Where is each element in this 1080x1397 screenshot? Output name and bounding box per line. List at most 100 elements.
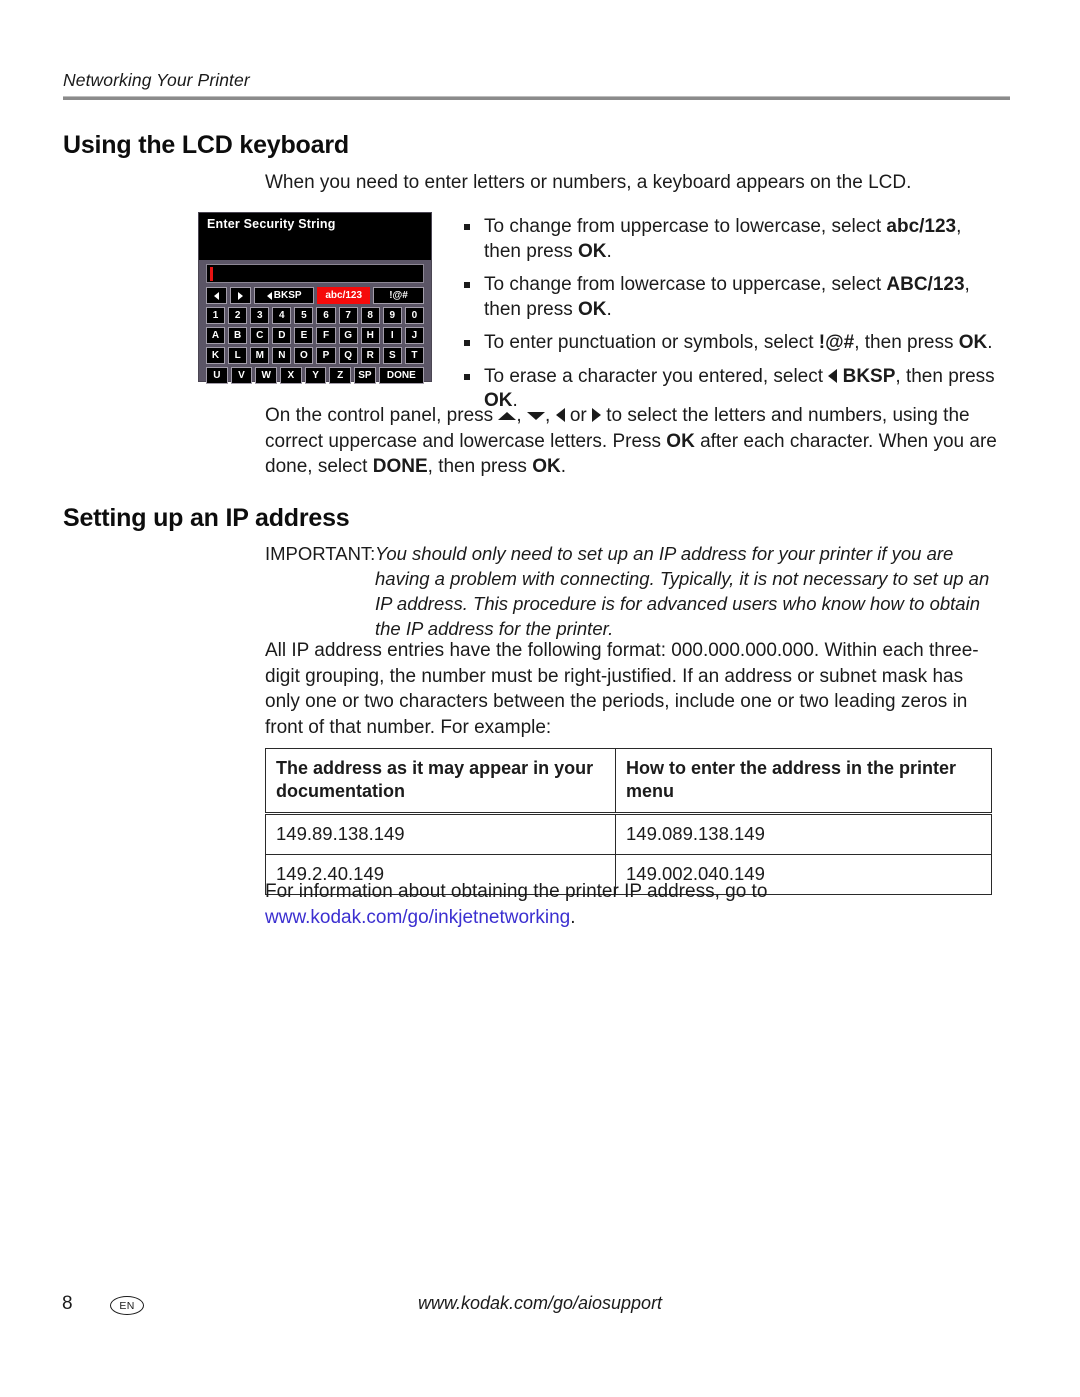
control-panel-paragraph: On the control panel, press , , or to se… bbox=[265, 403, 1000, 480]
lcd-key[interactable]: X bbox=[280, 367, 302, 384]
lcd-key[interactable]: R bbox=[360, 347, 380, 364]
cp-text: . bbox=[560, 456, 566, 477]
lcd-key[interactable]: P bbox=[316, 347, 336, 364]
up-triangle-icon bbox=[498, 412, 517, 420]
right-triangle-icon bbox=[592, 408, 601, 422]
left-arrow-icon bbox=[214, 291, 219, 300]
lcd-key-symbols-label: !@# bbox=[389, 290, 408, 301]
document-page: Networking Your Printer Using the LCD ke… bbox=[0, 0, 1080, 1397]
lcd-key-row-digits: 1 2 3 4 5 6 7 8 9 0 bbox=[199, 307, 431, 327]
bullet-text: , then press bbox=[854, 332, 959, 353]
lcd-key[interactable]: 7 bbox=[338, 307, 358, 324]
lcd-key[interactable]: O bbox=[294, 347, 314, 364]
intro-paragraph: When you need to enter letters or number… bbox=[265, 172, 912, 193]
lcd-key[interactable]: Q bbox=[338, 347, 358, 364]
lcd-key-right-arrow[interactable] bbox=[230, 287, 251, 304]
header-rule bbox=[63, 96, 1010, 100]
section-heading-ip-address: Setting up an IP address bbox=[63, 504, 350, 532]
lcd-key[interactable]: N bbox=[272, 347, 292, 364]
important-text: You should only need to set up an IP add… bbox=[375, 543, 990, 639]
lcd-key[interactable]: 0 bbox=[404, 307, 424, 324]
lcd-key[interactable]: I bbox=[382, 327, 402, 344]
list-item: To change from lowercase to uppercase, s… bbox=[462, 273, 997, 322]
lcd-title: Enter Security String bbox=[199, 213, 431, 247]
lcd-key[interactable]: D bbox=[272, 327, 292, 344]
lcd-key[interactable]: T bbox=[404, 347, 424, 364]
left-triangle-icon bbox=[828, 368, 838, 383]
list-item: To enter punctuation or symbols, select … bbox=[462, 331, 997, 356]
table-cell-documentation: 149.89.138.149 bbox=[265, 813, 616, 855]
lcd-key-row-k-t: K L M N O P Q R S T bbox=[199, 347, 431, 367]
lcd-key-bksp-label: BKSP bbox=[273, 290, 302, 301]
lcd-key[interactable]: Z bbox=[329, 367, 352, 384]
lcd-key[interactable]: C bbox=[250, 327, 270, 344]
lcd-key[interactable]: U bbox=[206, 367, 228, 384]
lcd-key-row-u-done: U V W X Y Z SP DONE bbox=[199, 367, 431, 387]
lcd-keyboard-figure: Enter Security String BKSP abc/123 !@# 1… bbox=[199, 213, 431, 384]
left-arrow-icon bbox=[266, 291, 272, 300]
lcd-key[interactable]: V bbox=[230, 367, 253, 384]
bullet-bold: !@# bbox=[818, 332, 855, 353]
lcd-key[interactable]: M bbox=[250, 347, 270, 364]
bullet-bold: OK bbox=[578, 298, 607, 320]
cp-bold-done: DONE bbox=[372, 456, 428, 477]
down-triangle-icon bbox=[526, 412, 545, 420]
column-header-printer-menu: How to enter the address in the printer … bbox=[615, 748, 992, 815]
table-row: 149.89.138.149 149.089.138.149 bbox=[265, 813, 992, 855]
lcd-key[interactable]: H bbox=[360, 327, 380, 344]
lcd-key[interactable]: Y bbox=[304, 367, 327, 384]
lcd-key[interactable]: 2 bbox=[228, 307, 248, 324]
bullet-bold: abc/123 bbox=[886, 216, 957, 237]
lcd-key-bksp[interactable]: BKSP bbox=[254, 287, 315, 304]
cp-text: On the control panel, press bbox=[265, 405, 499, 426]
lcd-key[interactable]: G bbox=[338, 327, 358, 344]
lcd-keyboard-bullet-list: To change from uppercase to lowercase, s… bbox=[462, 215, 997, 423]
cp-text: , then press bbox=[427, 456, 533, 477]
bullet-text: To change from lowercase to uppercase, s… bbox=[484, 274, 887, 295]
lcd-key[interactable]: W bbox=[255, 367, 278, 384]
lcd-key[interactable]: 3 bbox=[250, 307, 270, 324]
cp-text: , bbox=[516, 405, 527, 426]
lcd-key[interactable]: K bbox=[206, 347, 226, 364]
bullet-text: To change from uppercase to lowercase, s… bbox=[484, 216, 887, 237]
bullet-text: . bbox=[606, 240, 612, 262]
column-header-documentation: The address as it may appear in your doc… bbox=[265, 748, 616, 815]
bullet-bold: OK bbox=[578, 240, 607, 262]
important-note: IMPORTANT: You should only need to set u… bbox=[265, 541, 1000, 641]
lcd-key[interactable]: F bbox=[316, 327, 336, 344]
lcd-blank-area bbox=[199, 247, 431, 260]
lcd-key[interactable]: 4 bbox=[272, 307, 292, 324]
lcd-key[interactable]: L bbox=[228, 347, 248, 364]
lcd-key-left-arrow[interactable] bbox=[206, 287, 227, 304]
bullet-text: To erase a character you entered, select bbox=[484, 365, 829, 387]
list-item: To change from uppercase to lowercase, s… bbox=[462, 215, 997, 264]
lcd-key-space[interactable]: SP bbox=[354, 367, 376, 384]
lcd-key-symbols[interactable]: !@# bbox=[373, 287, 424, 304]
lcd-text-field[interactable] bbox=[206, 264, 424, 283]
lcd-key[interactable]: 8 bbox=[360, 307, 380, 324]
lcd-key[interactable]: A bbox=[206, 327, 226, 344]
ip-address-table: The address as it may appear in your doc… bbox=[265, 748, 992, 895]
lcd-key[interactable]: B bbox=[228, 327, 248, 344]
ip-format-paragraph: All IP address entries have the followin… bbox=[265, 640, 979, 738]
lcd-key[interactable]: 6 bbox=[316, 307, 336, 324]
bullet-text: . bbox=[987, 332, 993, 353]
lcd-key-abc123-label: abc/123 bbox=[325, 290, 363, 301]
inkjet-networking-link[interactable]: www.kodak.com/go/inkjetnetworking bbox=[265, 907, 570, 928]
lcd-key-done[interactable]: DONE bbox=[378, 367, 424, 384]
lcd-key[interactable]: S bbox=[382, 347, 402, 364]
goto-paragraph: For information about obtaining the prin… bbox=[265, 879, 995, 930]
lcd-key[interactable]: 9 bbox=[382, 307, 402, 324]
goto-text: For information about obtaining the prin… bbox=[265, 881, 768, 902]
table-header-row: The address as it may appear in your doc… bbox=[265, 748, 992, 815]
cp-bold-ok: OK bbox=[532, 456, 561, 477]
bullet-text: . bbox=[606, 298, 612, 320]
goto-period: . bbox=[570, 906, 576, 928]
lcd-key-row-a-j: A B C D E F G H I J bbox=[199, 327, 431, 347]
footer-url: www.kodak.com/go/aiosupport bbox=[417, 1293, 663, 1313]
lcd-key-abc123[interactable]: abc/123 bbox=[317, 287, 371, 304]
lcd-key[interactable]: J bbox=[404, 327, 424, 344]
lcd-key[interactable]: 1 bbox=[206, 307, 226, 324]
lcd-key[interactable]: 5 bbox=[294, 307, 314, 324]
lcd-key[interactable]: E bbox=[294, 327, 314, 344]
